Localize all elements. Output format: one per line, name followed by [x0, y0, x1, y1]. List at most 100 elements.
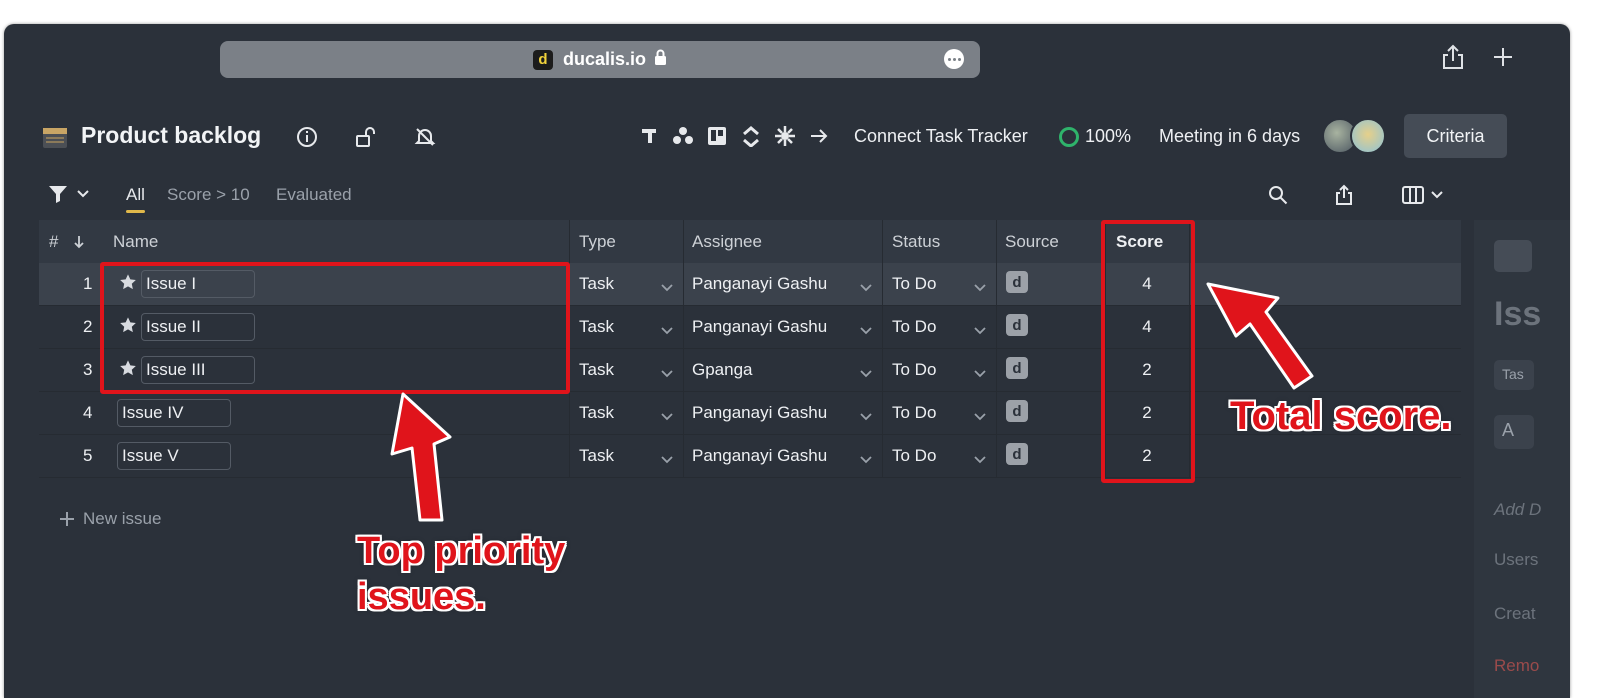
row-number: 3 — [83, 360, 93, 379]
chevron-down-icon — [77, 190, 89, 198]
filter-dropdown[interactable] — [48, 184, 90, 204]
table-row[interactable]: 5 Issue V Task Panganayi Gashu To Do d 2 — [39, 435, 1461, 478]
progress-ring-icon — [1059, 126, 1079, 147]
side-add-button[interactable]: A — [1494, 415, 1534, 449]
ducalis-source-icon[interactable]: d — [1006, 443, 1028, 465]
unlock-icon[interactable] — [353, 124, 379, 150]
top-priority-highlight-box — [100, 262, 570, 394]
col-assignee[interactable]: Assignee — [692, 220, 762, 263]
tab-all[interactable]: All — [126, 185, 145, 213]
ducalis-source-icon[interactable]: d — [1006, 357, 1028, 379]
side-add-description[interactable]: Add D — [1494, 500, 1541, 520]
assignee-select[interactable]: Panganayi Gashu — [692, 435, 882, 477]
integration-icon[interactable] — [773, 124, 797, 148]
col-number: # — [49, 231, 59, 251]
source-cell: d — [1006, 392, 1028, 434]
ducalis-source-icon[interactable]: d — [1006, 271, 1028, 293]
status-value: To Do — [892, 360, 937, 379]
name-cell: Issue IV — [117, 392, 231, 434]
col-type[interactable]: Type — [579, 220, 616, 263]
chevron-down-icon — [661, 449, 673, 469]
trello-icon[interactable] — [705, 124, 729, 148]
type-value: Task — [579, 274, 614, 293]
chevron-down-icon — [974, 363, 986, 383]
assignee-value: Panganayi Gashu — [692, 274, 828, 293]
type-select[interactable]: Task — [579, 392, 683, 434]
status-value: To Do — [892, 403, 937, 422]
type-value: Task — [579, 317, 614, 336]
ducalis-source-icon[interactable]: d — [1006, 400, 1028, 422]
type-select[interactable]: Task — [579, 306, 683, 348]
side-issue-title: Iss — [1494, 295, 1542, 333]
col-source[interactable]: Source — [1005, 220, 1059, 263]
assignee-select[interactable]: Panganayi Gashu — [692, 306, 882, 348]
col-name[interactable]: Name — [113, 220, 158, 263]
export-icon[interactable] — [1331, 182, 1357, 208]
status-select[interactable]: To Do — [892, 349, 996, 391]
type-select[interactable]: Task — [579, 435, 683, 477]
new-tab-icon[interactable] — [1492, 44, 1514, 74]
issue-side-panel: Iss Tas A Add D Users Creat Remo — [1474, 220, 1570, 698]
side-created-label: Creat — [1494, 604, 1536, 623]
status-select[interactable]: To Do — [892, 263, 996, 305]
type-select[interactable]: Task — [579, 349, 683, 391]
new-issue-label: New issue — [83, 509, 162, 528]
avatar[interactable] — [1494, 240, 1532, 272]
assignee-select[interactable]: Panganayi Gashu — [692, 392, 882, 434]
chevron-down-icon — [860, 277, 872, 297]
assignee-value: Gpanga — [692, 360, 753, 379]
search-icon[interactable] — [1265, 182, 1291, 208]
status-select[interactable]: To Do — [892, 435, 996, 477]
row-number: 5 — [83, 446, 93, 465]
side-type-tag[interactable]: Tas — [1494, 360, 1534, 390]
criteria-button[interactable]: Criteria — [1404, 114, 1507, 158]
connect-task-tracker-link[interactable]: Connect Task Tracker — [854, 126, 1028, 147]
row-number: 1 — [83, 274, 93, 293]
chevron-down-icon — [661, 277, 673, 297]
jira-icon[interactable] — [637, 124, 661, 148]
avatar[interactable] — [1350, 118, 1386, 154]
source-cell: d — [1006, 306, 1028, 348]
source-cell: d — [1006, 263, 1028, 305]
side-remove-link[interactable]: Remo — [1494, 656, 1539, 676]
assignee-value: Panganayi Gashu — [692, 446, 828, 465]
issue-name-field[interactable]: Issue V — [117, 442, 231, 470]
info-icon[interactable] — [294, 124, 320, 150]
site-logo: d — [532, 49, 553, 70]
table-header: # Name Type Assignee Status Source Score — [39, 220, 1461, 263]
address-bar[interactable]: d ducalis.io — [220, 41, 980, 78]
chevron-down-icon — [974, 277, 986, 297]
tab-evaluated[interactable]: Evaluated — [276, 185, 352, 205]
chevron-down-icon — [661, 320, 673, 340]
asana-icon[interactable] — [671, 124, 695, 148]
share-icon[interactable] — [1442, 44, 1464, 76]
assignee-select[interactable]: Panganayi Gashu — [692, 263, 882, 305]
chevron-down-icon — [860, 406, 872, 426]
chevron-down-icon — [860, 449, 872, 469]
lock-icon — [654, 49, 667, 70]
score-highlight-box — [1101, 220, 1195, 483]
issue-name-field[interactable]: Issue IV — [117, 399, 231, 427]
more-icon[interactable] — [944, 49, 964, 69]
status-value: To Do — [892, 274, 937, 293]
progress-value: 100% — [1085, 126, 1132, 146]
filter-icon — [49, 186, 67, 203]
meeting-countdown[interactable]: Meeting in 6 days — [1159, 126, 1300, 147]
sort-arrow-icon[interactable] — [73, 220, 85, 263]
arrow-right-icon — [807, 124, 831, 148]
status-select[interactable]: To Do — [892, 306, 996, 348]
clickup-icon[interactable] — [739, 124, 763, 148]
col-status[interactable]: Status — [892, 220, 940, 263]
chevron-down-icon — [661, 363, 673, 383]
source-cell: d — [1006, 435, 1028, 477]
ducalis-source-icon[interactable]: d — [1006, 314, 1028, 336]
notifications-off-icon[interactable] — [412, 124, 438, 150]
new-issue-button[interactable]: New issue — [59, 509, 161, 529]
columns-toggle[interactable] — [1398, 182, 1448, 208]
type-select[interactable]: Task — [579, 263, 683, 305]
tab-score-over-10[interactable]: Score > 10 — [167, 185, 250, 205]
side-users-label: Users — [1494, 550, 1539, 569]
assignee-select[interactable]: Gpanga — [692, 349, 882, 391]
status-value: To Do — [892, 446, 937, 465]
status-select[interactable]: To Do — [892, 392, 996, 434]
